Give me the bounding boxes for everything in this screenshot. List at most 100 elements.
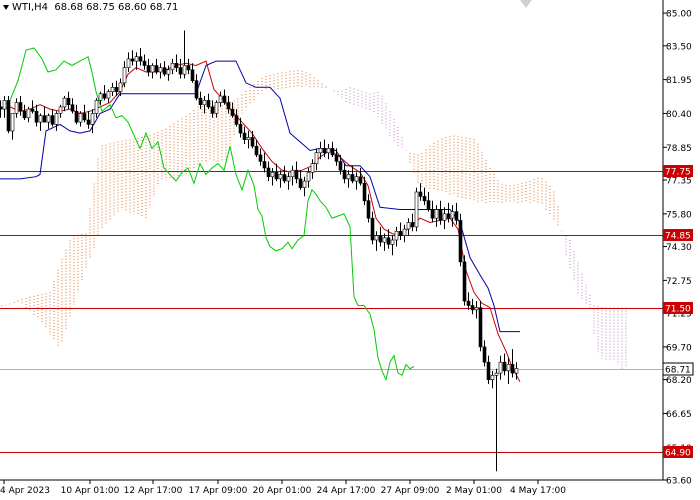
- candle-body: [422, 196, 427, 202]
- candle-body: [134, 56, 139, 62]
- candle-body: [378, 235, 383, 243]
- candle-body: [286, 176, 291, 182]
- price-chart[interactable]: 85.00 83.50 81.95 80.40 78.85 77.35 75.80 74.30…: [0, 0, 700, 500]
- candle-body: [18, 102, 23, 112]
- price-tick-label: 75.80: [666, 210, 692, 220]
- candle-body: [374, 235, 379, 241]
- candle-body: [434, 209, 439, 219]
- candle-body: [50, 115, 55, 125]
- price-tick-label: 74.30: [666, 243, 692, 253]
- candle-body: [194, 80, 199, 99]
- candle-body: [70, 104, 75, 112]
- candle-body: [82, 113, 87, 121]
- time-tick-label: 24 Apr 17:00: [317, 486, 376, 496]
- indicator-line: [0, 60, 521, 383]
- time-tick-label: 27 Apr 09:00: [381, 486, 440, 496]
- candle-body: [78, 113, 83, 123]
- candle-body: [394, 231, 399, 241]
- candle-body: [282, 174, 287, 182]
- candle-body: [306, 172, 311, 182]
- candle-body: [2, 100, 7, 110]
- candle-body: [118, 82, 123, 92]
- candle-body: [454, 211, 459, 221]
- candle-body: [330, 148, 335, 156]
- price-tick-label: 77.35: [666, 177, 692, 187]
- candle-body: [170, 62, 175, 71]
- level-price-label: 64.90: [665, 449, 691, 459]
- candle-body: [418, 191, 423, 197]
- candle-body: [382, 237, 387, 243]
- candle-body: [390, 239, 395, 245]
- candle-body: [58, 106, 63, 114]
- candle-body: [142, 60, 147, 66]
- candle-body: [414, 191, 419, 228]
- candle-body: [106, 91, 111, 99]
- candle-body: [254, 145, 259, 156]
- price-tick-label: 81.95: [666, 76, 692, 86]
- candle-body: [250, 137, 255, 147]
- level-price-label: 77.75: [665, 168, 691, 178]
- candle-body: [110, 87, 115, 93]
- candle-body: [474, 307, 479, 311]
- candle-body: [66, 97, 71, 105]
- candle-body: [350, 174, 355, 182]
- price-tick-label: 83.50: [666, 42, 692, 52]
- candle-body: [42, 115, 47, 123]
- candle-body: [30, 108, 35, 112]
- candle-body: [202, 100, 207, 106]
- candle-body: [342, 169, 347, 180]
- candle-body: [214, 102, 219, 114]
- candle-body: [34, 111, 39, 123]
- candle-body: [438, 209, 443, 221]
- candle-body: [446, 213, 451, 219]
- candle-body: [262, 161, 267, 169]
- candle-body: [90, 113, 95, 125]
- candle-body: [290, 169, 295, 177]
- candle-body: [158, 67, 163, 73]
- candle-body: [122, 67, 127, 84]
- time-tick-label: 17 Apr 09:00: [189, 486, 248, 496]
- candle-body: [146, 65, 151, 73]
- time-axis[interactable]: 4 Apr 2023 10 Apr 01:00 12 Apr 17:00 17 Apr…: [0, 480, 566, 496]
- candle-body: [246, 137, 251, 141]
- candle-body: [278, 174, 283, 180]
- candle-body: [210, 106, 215, 114]
- candle-body: [154, 65, 159, 73]
- candle-body: [354, 176, 359, 182]
- candle-body: [458, 220, 463, 263]
- candle-body: [490, 374, 495, 380]
- candle-body: [482, 346, 487, 363]
- candle-body: [498, 361, 503, 374]
- candle-body: [478, 307, 483, 348]
- time-tick-label: 20 Apr 01:00: [253, 486, 312, 496]
- candle-body: [138, 56, 143, 62]
- candle-body: [430, 209, 435, 219]
- price-tick-label: 78.85: [666, 144, 692, 154]
- candle-body: [266, 167, 271, 177]
- candle-body: [206, 100, 211, 108]
- candle-body: [322, 148, 327, 154]
- candle-body: [486, 361, 491, 381]
- level-price-label: 71.50: [665, 305, 691, 315]
- candle-body: [234, 115, 239, 125]
- indicator-line: [0, 47, 415, 382]
- candle-body: [314, 152, 319, 164]
- candle-body: [470, 305, 475, 311]
- candle-body: [502, 361, 507, 372]
- price-tick-label: 66.65: [666, 410, 692, 420]
- candle-body: [410, 222, 415, 228]
- candle-body: [218, 95, 223, 103]
- candle-body: [238, 124, 243, 134]
- candle-body: [174, 62, 179, 68]
- candle-body: [442, 213, 447, 221]
- candle-body: [126, 58, 131, 68]
- candle-body: [346, 174, 351, 180]
- price-axis[interactable]: 85.00 83.50 81.95 80.40 78.85 77.35 75.80 74.30…: [662, 10, 694, 487]
- candle-body: [298, 178, 303, 188]
- candle-body: [398, 231, 403, 237]
- price-tick-label: 85.00: [666, 10, 692, 20]
- candle-body: [258, 154, 263, 162]
- candle-body: [10, 113, 15, 132]
- price-tick-label: 63.60: [666, 477, 692, 487]
- candle-body: [514, 368, 519, 374]
